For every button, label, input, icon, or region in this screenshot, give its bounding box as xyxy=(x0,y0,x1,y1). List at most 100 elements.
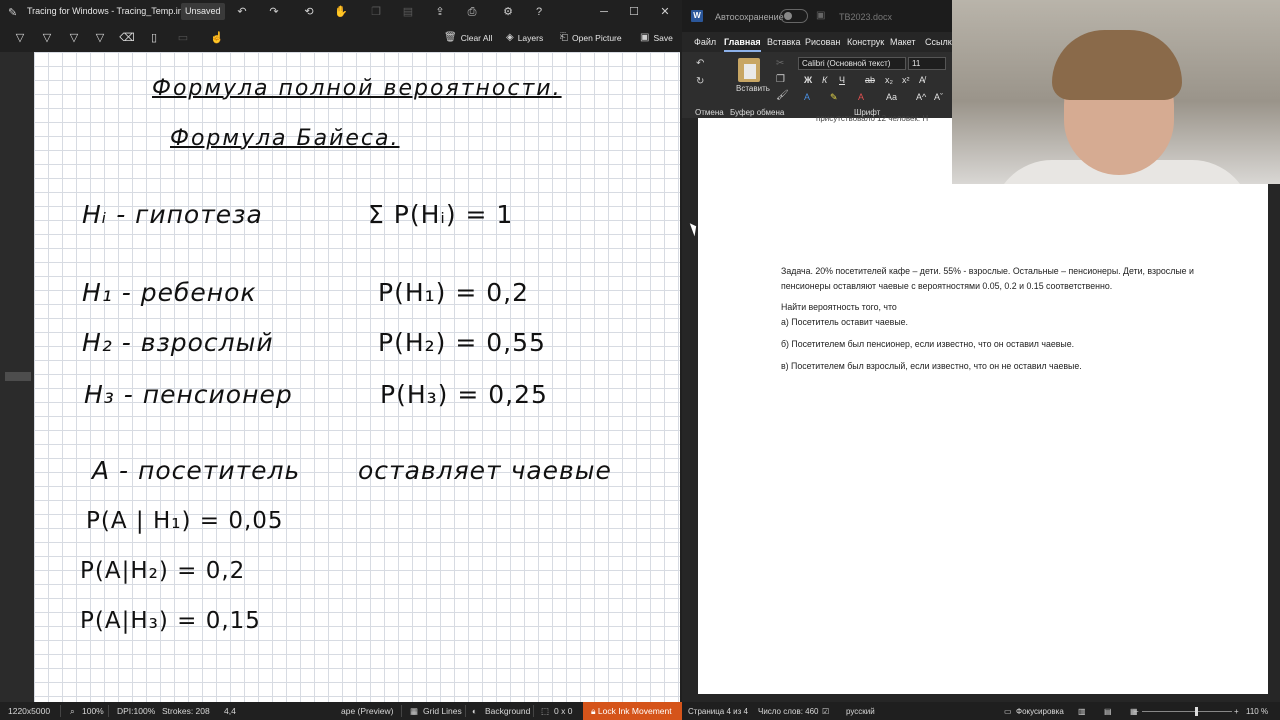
lock-ink-movement-button[interactable]: 🔒︎ Lock Ink Movement xyxy=(583,702,682,720)
paste-button[interactable]: Вставить xyxy=(736,84,770,93)
word-count[interactable]: Число слов: 460 xyxy=(758,707,818,716)
image-tool-icon[interactable]: ▭ xyxy=(175,30,191,46)
document-area[interactable]: присутствовало 12 человек. Н Задача. 20%… xyxy=(682,114,1280,702)
hand-icon[interactable]: ✋ xyxy=(333,4,349,20)
maximize-icon[interactable]: ☐ xyxy=(626,4,642,20)
tab-insert[interactable]: Вставка xyxy=(767,37,800,47)
zoom-level[interactable]: 100% xyxy=(82,706,104,716)
lasso-icon[interactable]: ⟲ xyxy=(301,4,317,20)
document-name[interactable]: TB2023.docx xyxy=(839,12,892,22)
scrollbar-thumb[interactable] xyxy=(5,372,31,381)
status-separator xyxy=(465,705,466,717)
page-indicator[interactable]: Страница 4 из 4 xyxy=(688,707,748,716)
layers-label: Layers xyxy=(517,32,544,43)
zoom-slider[interactable] xyxy=(1142,711,1232,712)
touch-draw-icon[interactable]: ☝ xyxy=(209,30,225,46)
autosave-toggle[interactable] xyxy=(780,9,808,23)
question-a: а) Посетитель оставит чаевые. xyxy=(781,317,908,327)
minimize-icon[interactable]: ─ xyxy=(596,4,612,20)
preview-label[interactable]: аре (Preview) xyxy=(341,706,393,716)
dpi-readout: DPI:100% xyxy=(117,706,156,716)
shrink-font-icon[interactable]: Aˇ xyxy=(934,92,943,102)
bold-icon[interactable]: Ж xyxy=(804,75,812,85)
underline-icon[interactable]: Ч xyxy=(839,75,845,85)
pen-app-icon: ✎ xyxy=(8,7,18,19)
pen-tool-3-icon[interactable]: ▽ xyxy=(66,30,82,46)
zoom-in-icon[interactable]: + xyxy=(1234,707,1239,716)
clear-all-button[interactable]: 🗑 Clear All xyxy=(444,32,492,43)
subscript-icon[interactable]: x₂ xyxy=(885,75,893,85)
tracing-statusbar: 1220x5000 ⌕ 100% DPI:100% Strokes: 208 4… xyxy=(0,702,682,720)
print-icon[interactable]: ⎙ xyxy=(464,4,480,20)
strikethrough-icon[interactable]: ab xyxy=(865,75,875,85)
ink-p-a-h1: P(A | H₁) = 0,05 xyxy=(86,508,284,534)
open-picture-button[interactable]: ⎗ Open Picture xyxy=(560,32,622,43)
word-titlebar: W Автосохранение ▣ TB2023.docx xyxy=(682,0,952,32)
undo-icon[interactable]: ↶ xyxy=(234,4,250,20)
tab-file[interactable]: Файл xyxy=(694,37,716,47)
background-button[interactable]: Background xyxy=(485,706,530,716)
ink-p-h2: P(H₂) = 0,55 xyxy=(378,328,546,357)
read-mode-icon[interactable]: ▥ xyxy=(1078,707,1086,716)
ink-canvas[interactable]: Формула полной вероятности. Формула Байе… xyxy=(34,52,680,702)
focus-mode-button[interactable]: Фокусировка xyxy=(1016,707,1064,716)
tab-design[interactable]: Конструк xyxy=(847,37,884,47)
font-name-select[interactable]: Calibri (Основной текст) xyxy=(798,57,906,70)
webcam-person-hair xyxy=(1052,30,1182,100)
ink-sum-equation: Σ P(Hᵢ) = 1 xyxy=(368,200,514,229)
help-icon[interactable]: ? xyxy=(531,4,547,20)
copy-icon[interactable]: ❐ xyxy=(368,4,384,20)
italic-icon[interactable]: К xyxy=(822,75,827,85)
copy-icon[interactable]: ❐ xyxy=(776,74,785,85)
autosave-label: Автосохранение xyxy=(715,12,784,22)
redo-icon[interactable]: ↷ xyxy=(266,4,282,20)
tracing-window: ✎ Tracing for Windows - Tracing_Temp.ink… xyxy=(0,0,682,720)
change-case-icon[interactable]: Aa xyxy=(886,92,897,102)
find-paragraph: Найти вероятность того, что xyxy=(781,302,897,312)
highlight-icon[interactable]: ✎ xyxy=(830,92,838,103)
clear-format-icon[interactable]: A̸ xyxy=(919,75,925,85)
language[interactable]: русский xyxy=(846,707,875,716)
paste-icon[interactable] xyxy=(738,58,760,82)
zoom-slider-thumb[interactable] xyxy=(1195,707,1198,716)
zoom-out-icon[interactable]: − xyxy=(1134,707,1139,716)
cursor-coords: 4,4 xyxy=(224,706,236,716)
tab-home[interactable]: Главная xyxy=(724,37,761,52)
ink-heading-bayes: Формула Байеса. xyxy=(170,126,400,151)
paste-icon[interactable]: ▤ xyxy=(400,4,416,20)
clipboard-group-label: Буфер обмена xyxy=(730,108,785,117)
vertical-scrollbar[interactable] xyxy=(0,52,34,702)
undo-icon[interactable]: ↶ xyxy=(696,58,704,69)
ink-h1-def: H₁ - ребенок xyxy=(82,278,257,307)
ruler-icon[interactable]: ▯ xyxy=(146,30,162,46)
format-painter-icon[interactable]: 🖌 xyxy=(776,90,789,101)
grid-lines-toggle[interactable]: Grid Lines xyxy=(423,706,462,716)
save-icon[interactable]: ▣ xyxy=(816,10,825,21)
highlighter-icon[interactable]: ▽ xyxy=(92,30,108,46)
superscript-icon[interactable]: x² xyxy=(902,75,910,85)
layers-icon: ◈ xyxy=(506,32,514,43)
save-button[interactable]: ▣ Save xyxy=(640,32,673,43)
settings-icon[interactable]: ⚙ xyxy=(500,4,516,20)
picture-icon: ⎗ xyxy=(560,32,568,43)
print-layout-icon[interactable]: ▤ xyxy=(1104,707,1112,716)
document-page[interactable]: присутствовало 12 человек. Н Задача. 20%… xyxy=(698,114,1268,694)
eraser-icon[interactable]: ⌫ xyxy=(119,30,135,46)
zoom-percent[interactable]: 110 % xyxy=(1246,707,1268,716)
tab-layout[interactable]: Макет xyxy=(890,37,915,47)
text-effects-icon[interactable]: A xyxy=(804,92,810,102)
open-picture-label: Open Picture xyxy=(572,32,622,43)
layers-button[interactable]: ◈ Layers xyxy=(506,32,543,43)
strokes-count: Strokes: 208 xyxy=(162,706,210,716)
share-icon[interactable]: ⇪ xyxy=(432,4,448,20)
grow-font-icon[interactable]: A^ xyxy=(916,92,926,102)
redo-icon[interactable]: ↻ xyxy=(696,76,704,87)
tab-draw[interactable]: Рисован xyxy=(805,37,840,47)
pen-tool-2-icon[interactable]: ▽ xyxy=(39,30,55,46)
pen-tool-1-icon[interactable]: ▽ xyxy=(12,30,28,46)
font-color-icon[interactable]: A xyxy=(858,92,864,102)
cut-icon[interactable]: ✂ xyxy=(776,58,784,69)
close-icon[interactable]: ✕ xyxy=(657,4,673,20)
font-size-select[interactable]: 11 xyxy=(908,57,946,70)
proofing-icon[interactable]: ☑ xyxy=(822,707,829,716)
